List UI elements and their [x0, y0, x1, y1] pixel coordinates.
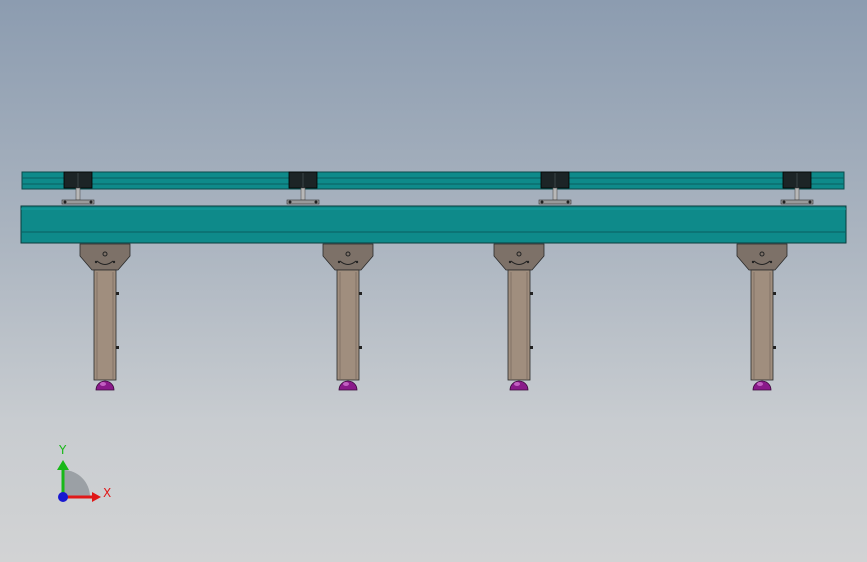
- bracket-bolt-icon: [526, 260, 530, 264]
- clamp-stem: [794, 187, 800, 201]
- clamp-base: [286, 199, 320, 205]
- coordinate-triad: [57, 460, 101, 502]
- leg-pin-icon: [773, 346, 776, 349]
- bracket-bolt-icon: [751, 260, 755, 264]
- clamp-base: [61, 199, 95, 205]
- rail-clamp[interactable]: [286, 171, 320, 205]
- clamp-stem: [552, 187, 558, 201]
- y-axis-arrowhead-icon: [57, 460, 69, 470]
- leg-pin-icon: [773, 292, 776, 295]
- clamp-bolt-icon: [89, 200, 93, 204]
- foot-highlight: [757, 382, 763, 386]
- rail-clamp[interactable]: [780, 171, 814, 205]
- bracket-bolt-icon: [337, 260, 341, 264]
- clamp-base: [780, 199, 814, 205]
- support-leg[interactable]: [493, 243, 545, 391]
- clamp-stem: [75, 187, 81, 201]
- clamp-bolt-icon: [566, 200, 570, 204]
- bracket-bolt-icon: [769, 260, 773, 264]
- leg-pin-icon: [359, 346, 362, 349]
- leg-pin-icon: [359, 292, 362, 295]
- leg-pin-icon: [116, 292, 119, 295]
- leg-pin-icon: [530, 292, 533, 295]
- graphics-viewport[interactable]: Y X: [0, 0, 867, 562]
- top-rail[interactable]: [21, 171, 845, 190]
- leg-pin-icon: [530, 346, 533, 349]
- z-axis-dot-icon: [58, 492, 68, 502]
- rail-clamp[interactable]: [61, 171, 95, 205]
- clamp-stem: [300, 187, 306, 201]
- clamp-bolt-icon: [782, 200, 786, 204]
- bracket-bolt-icon: [508, 260, 512, 264]
- triad-arc-icon: [63, 470, 90, 497]
- support-legs[interactable]: [79, 243, 788, 391]
- y-axis-label: Y: [59, 443, 67, 457]
- leg-bracket: [493, 243, 545, 271]
- bracket-bolt-icon: [355, 260, 359, 264]
- main-beam[interactable]: [20, 205, 847, 244]
- leg-bracket: [736, 243, 788, 271]
- leveling-foot-icon: [338, 380, 358, 391]
- bracket-bolt-icon: [94, 260, 98, 264]
- clamp-bolt-icon: [63, 200, 67, 204]
- leg-bracket: [322, 243, 374, 271]
- support-leg[interactable]: [79, 243, 131, 391]
- clamp-bolt-icon: [540, 200, 544, 204]
- top-rail-body: [21, 171, 845, 190]
- clamp-bolt-icon: [314, 200, 318, 204]
- conveyor-assembly-model[interactable]: [0, 0, 867, 562]
- leveling-foot-icon: [509, 380, 529, 391]
- foot-highlight: [343, 382, 349, 386]
- x-axis-label: X: [103, 486, 112, 500]
- leg-pin-icon: [116, 346, 119, 349]
- leg-bracket: [79, 243, 131, 271]
- clamp-bolt-icon: [288, 200, 292, 204]
- leveling-foot-icon: [95, 380, 115, 391]
- clamp-base: [538, 199, 572, 205]
- rail-clamp[interactable]: [538, 171, 572, 205]
- clamp-bolt-icon: [808, 200, 812, 204]
- leveling-foot-icon: [752, 380, 772, 391]
- support-leg[interactable]: [736, 243, 788, 391]
- foot-highlight: [100, 382, 106, 386]
- foot-highlight: [514, 382, 520, 386]
- main-beam-body: [20, 205, 847, 244]
- x-axis-arrowhead-icon: [92, 492, 101, 502]
- support-leg[interactable]: [322, 243, 374, 391]
- bracket-bolt-icon: [112, 260, 116, 264]
